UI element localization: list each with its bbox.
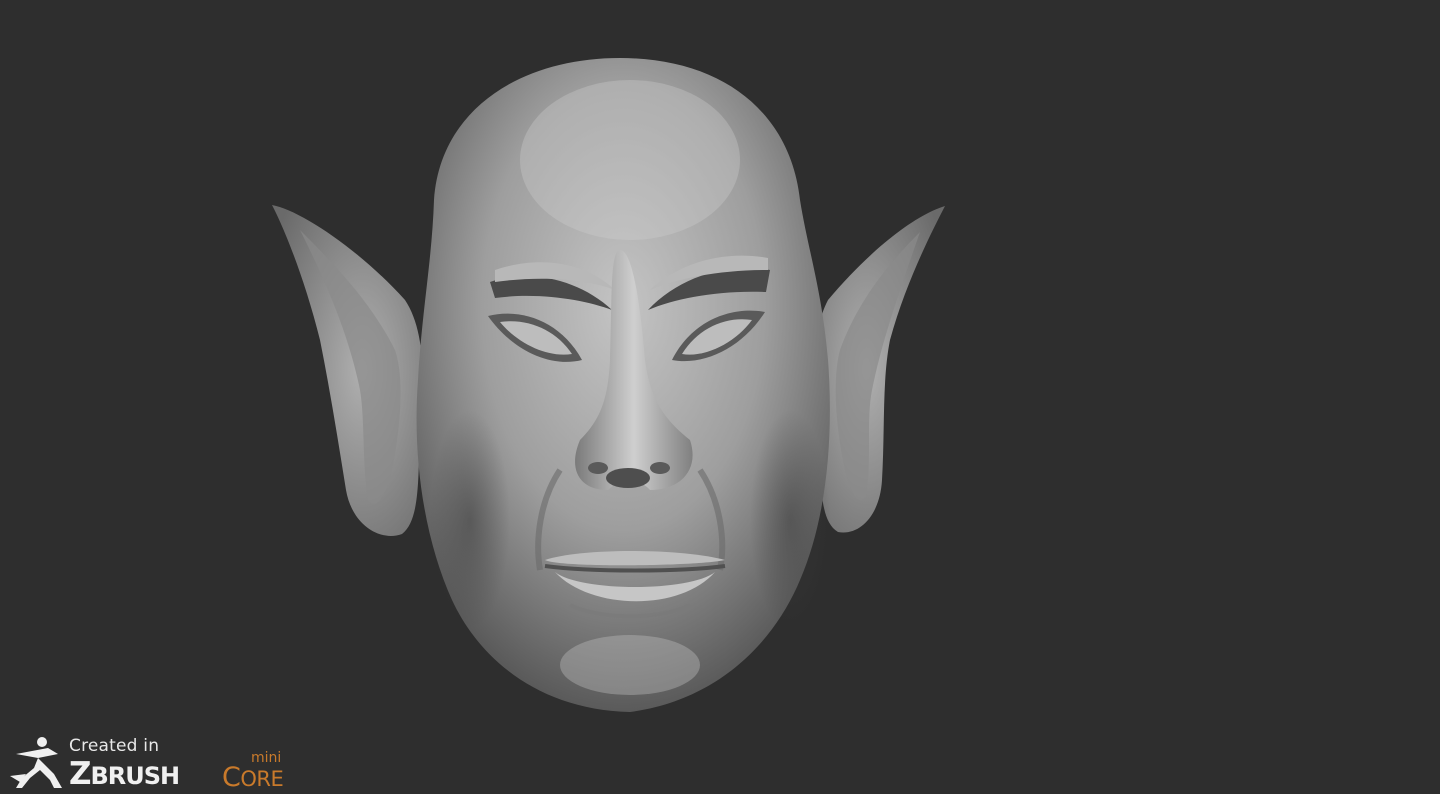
- zbrushcore-watermark: Created in ZBRUSH CORE mini: [8, 734, 308, 793]
- zbrush-wordmark: ZBRUSH: [69, 756, 180, 792]
- core-rest: ORE: [240, 767, 284, 791]
- core-wordmark: CORE: [222, 762, 284, 793]
- sculpt-viewport[interactable]: Created in ZBRUSH CORE mini: [0, 0, 1440, 794]
- mini-label: mini: [251, 750, 282, 766]
- core-c: C: [222, 762, 241, 793]
- brand-z: Z: [69, 756, 92, 792]
- created-in-label: Created in: [69, 736, 160, 756]
- left-ear: [272, 205, 423, 536]
- zbrush-figure-icon: [10, 737, 62, 788]
- brand-rest: BRUSH: [90, 762, 180, 790]
- right-ear: [814, 206, 945, 533]
- elf-head-sculpt: [272, 58, 945, 712]
